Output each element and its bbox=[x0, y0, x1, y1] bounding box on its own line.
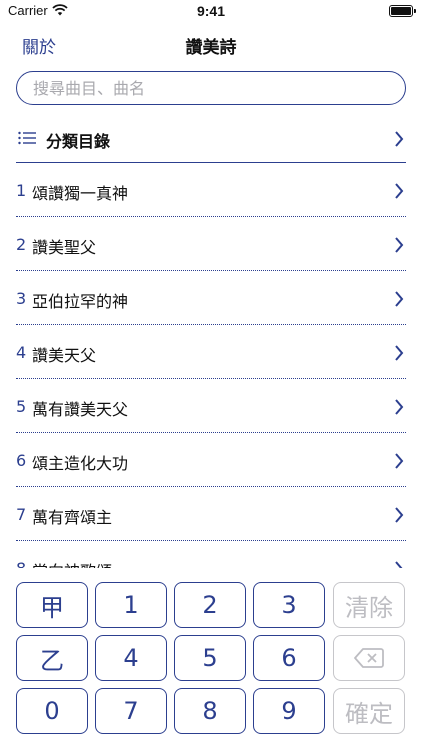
key-2[interactable]: 2 bbox=[174, 582, 246, 628]
song-title: 萬有讚美天父 bbox=[32, 400, 129, 419]
song-number: 1 bbox=[16, 181, 27, 200]
chevron-right-icon bbox=[395, 131, 404, 147]
battery-icon bbox=[389, 5, 413, 17]
key-0[interactable]: 0 bbox=[16, 688, 88, 734]
chevron-right-icon bbox=[395, 507, 404, 523]
chevron-right-icon bbox=[395, 453, 404, 469]
chevron-right-icon bbox=[395, 291, 404, 307]
chevron-right-icon bbox=[395, 561, 403, 568]
chevron-right-icon bbox=[395, 237, 404, 253]
song-title: 當向神歌頌 bbox=[32, 558, 112, 568]
key-1[interactable]: 1 bbox=[95, 582, 167, 628]
song-title: 萬有齊頌主 bbox=[32, 508, 113, 527]
chevron-right-icon bbox=[395, 345, 404, 361]
song-number: 4 bbox=[16, 343, 27, 362]
page-title: 讚美詩 bbox=[185, 38, 237, 58]
key-9[interactable]: 9 bbox=[253, 688, 325, 734]
song-row-6[interactable]: 6 頌主造化大功 bbox=[16, 433, 406, 487]
song-number: 6 bbox=[16, 451, 27, 470]
song-title: 頌讚獨一真神 bbox=[32, 184, 129, 203]
key-jia[interactable]: 甲 bbox=[16, 582, 88, 628]
song-number: 3 bbox=[16, 289, 27, 308]
song-row-1[interactable]: 1 頌讚獨一真神 bbox=[16, 163, 406, 217]
key-5[interactable]: 5 bbox=[174, 635, 246, 681]
song-title: 讚美聖父 bbox=[32, 238, 97, 257]
number-keypad: 甲 1 2 3 清除 乙 4 5 6 0 7 8 9 確定 bbox=[0, 569, 422, 750]
song-title: 頌主造化大功 bbox=[32, 454, 129, 473]
battery-tip bbox=[414, 9, 416, 13]
search-input[interactable] bbox=[17, 72, 405, 104]
song-list[interactable]: 1 頌讚獨一真神 2 讚美聖父 3 亞伯拉罕的神 4 讚美天父 5 萬有讚美天父… bbox=[16, 163, 406, 568]
song-number: 5 bbox=[16, 397, 27, 416]
key-7[interactable]: 7 bbox=[95, 688, 167, 734]
search-bar[interactable] bbox=[16, 71, 406, 105]
song-row-5[interactable]: 5 萬有讚美天父 bbox=[16, 379, 406, 433]
backspace-button[interactable] bbox=[333, 635, 405, 681]
key-8[interactable]: 8 bbox=[174, 688, 246, 734]
status-bar: Carrier 9:41 bbox=[0, 0, 422, 24]
song-row-2[interactable]: 2 讚美聖父 bbox=[16, 217, 406, 271]
category-label: 分類目錄 bbox=[46, 132, 111, 151]
key-yi[interactable]: 乙 bbox=[16, 635, 88, 681]
key-6[interactable]: 6 bbox=[253, 635, 325, 681]
chevron-right-icon bbox=[395, 399, 404, 415]
song-title: 亞伯拉罕的神 bbox=[32, 292, 129, 311]
nav-bar: 關於 讚美詩 bbox=[0, 24, 422, 64]
song-row-4[interactable]: 4 讚美天父 bbox=[16, 325, 406, 379]
song-number: 7 bbox=[16, 505, 27, 524]
chevron-right-icon bbox=[395, 183, 404, 199]
clock: 9:41 bbox=[196, 3, 226, 19]
song-number: 2 bbox=[16, 235, 27, 254]
song-row-8[interactable]: 8 當向神歌頌 bbox=[16, 541, 406, 568]
confirm-button[interactable]: 確定 bbox=[333, 688, 405, 734]
key-4[interactable]: 4 bbox=[95, 635, 167, 681]
song-title: 讚美天父 bbox=[32, 346, 97, 365]
song-row-3[interactable]: 3 亞伯拉罕的神 bbox=[16, 271, 406, 325]
list-icon bbox=[18, 131, 36, 145]
clear-button[interactable]: 清除 bbox=[333, 582, 405, 628]
song-row-7[interactable]: 7 萬有齊頌主 bbox=[16, 487, 406, 541]
key-3[interactable]: 3 bbox=[253, 582, 325, 628]
song-number: 8 bbox=[16, 559, 26, 568]
category-row[interactable]: 分類目錄 bbox=[16, 115, 406, 163]
backspace-icon bbox=[354, 648, 384, 668]
